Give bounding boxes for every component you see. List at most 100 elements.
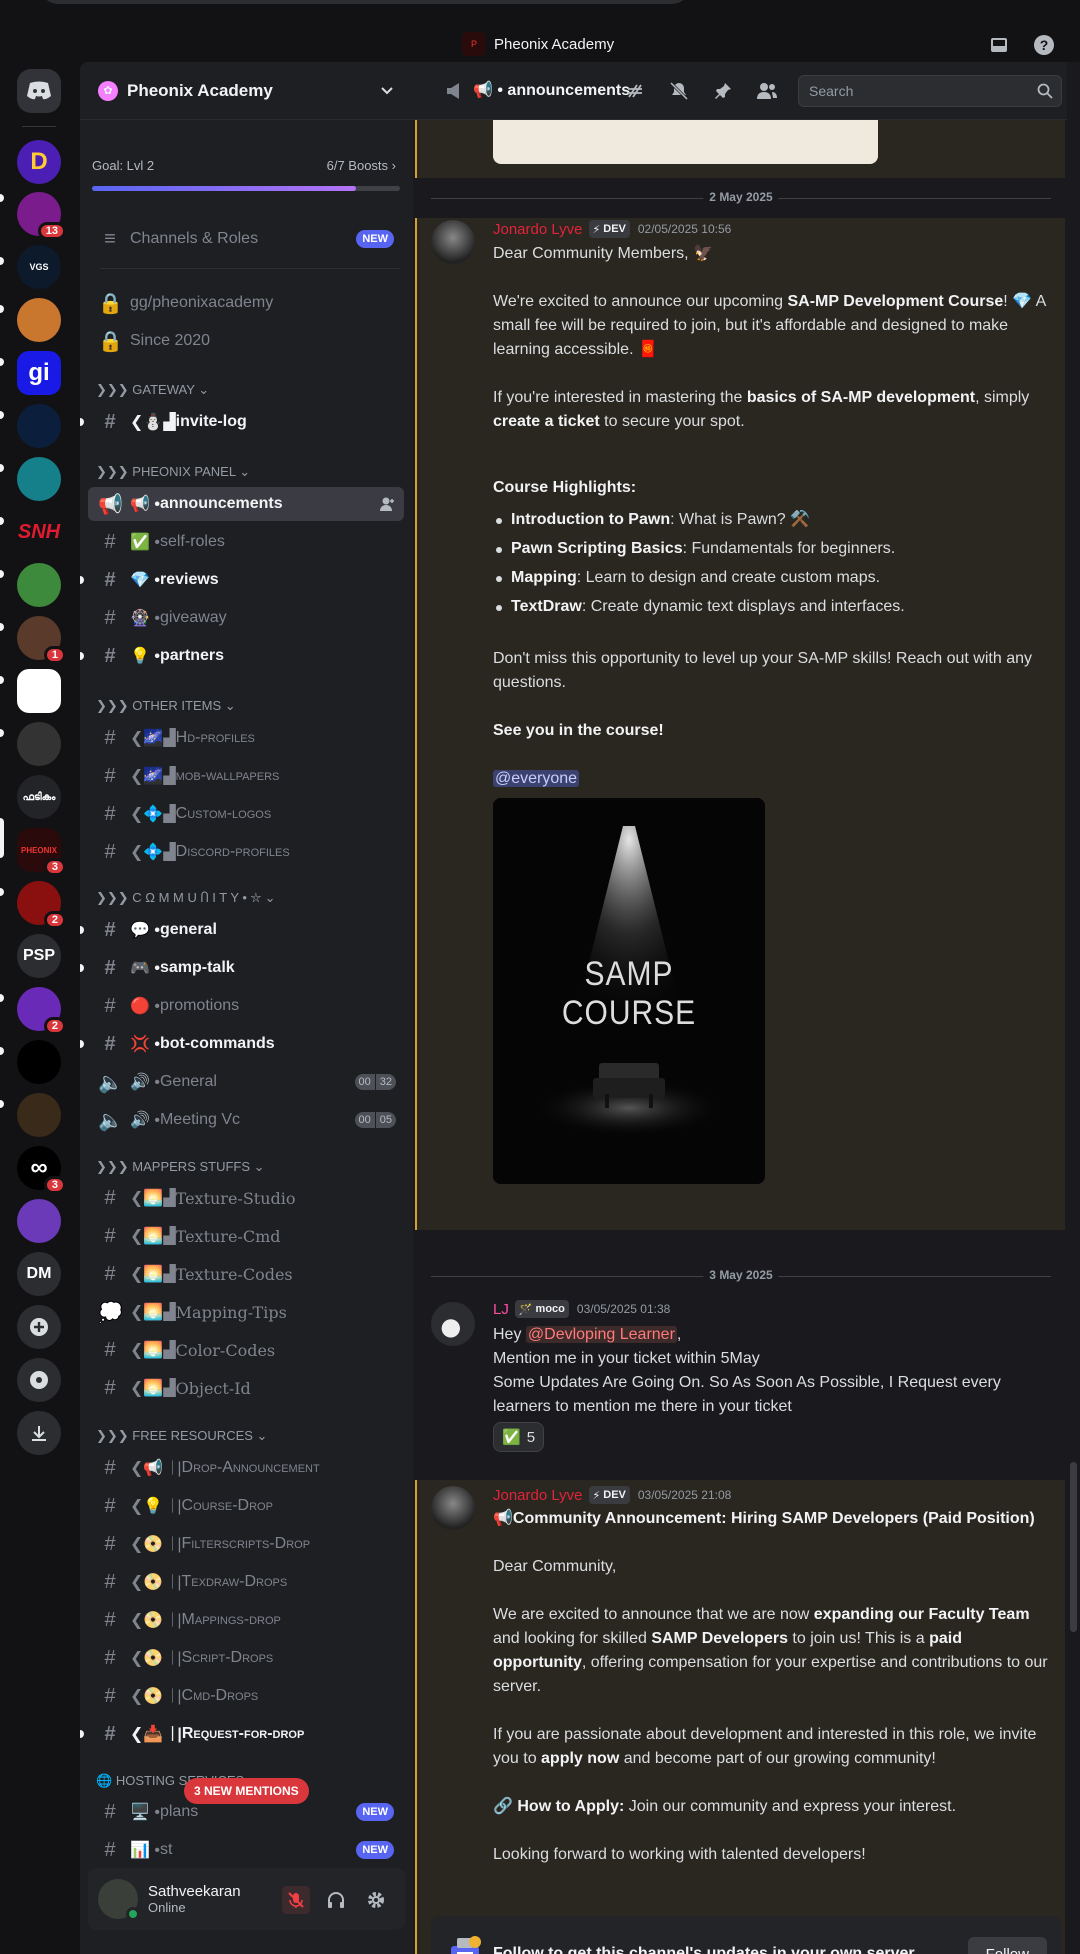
discord-home-icon[interactable] <box>17 69 61 113</box>
inbox-icon[interactable] <box>986 32 1012 58</box>
hash-icon: # <box>104 1646 116 1669</box>
channel-promotions[interactable]: # 🔴 • promotions <box>88 989 404 1023</box>
category-free-resources[interactable]: ❯❯❯ FREE RESOURCES ⌄ <box>96 1428 267 1444</box>
server-icon-gi[interactable]: gi <box>17 351 61 395</box>
pin-icon[interactable] <box>711 79 735 103</box>
channel-stats[interactable]: # 📊 • st NEW <box>88 1833 404 1867</box>
user-info[interactable]: Sathveekaran Online <box>138 1883 241 1915</box>
scrollbar[interactable] <box>1067 62 1080 1954</box>
message-paragraph: We're excited to announce our upcoming S… <box>493 290 1048 362</box>
channel-announcements[interactable]: 📢 📢 • announcements <box>88 487 404 521</box>
channel-course-drop[interactable]: # ❮💡 ᛁ| Course-Drop <box>88 1489 404 1523</box>
server-icon-12[interactable] <box>17 722 61 766</box>
add-server-icon[interactable] <box>17 1305 61 1349</box>
category-other-items[interactable]: ❯❯❯ OTHER ITEMS ⌄ <box>96 698 236 714</box>
channel-mapping-tips[interactable]: 💭 ❮🌅▟ Mapping-Tips <box>88 1295 404 1329</box>
role-tag[interactable]: ⚡ DEV <box>588 220 630 238</box>
channel-texture-codes[interactable]: # ❮🌅▟ Texture-Codes <box>88 1257 404 1291</box>
role-tag[interactable]: 🪄 moco <box>514 1300 569 1318</box>
server-icon-vgs[interactable]: VGS <box>17 245 61 289</box>
channel-discord-profiles[interactable]: # ❮💠▟ Discord-profiles <box>88 835 404 869</box>
server-icon-infinity[interactable]: ∞ 3 <box>17 1146 66 1194</box>
channel-texture-cmd[interactable]: # ❮🌅▟ Texture-Cmd <box>88 1219 404 1253</box>
follow-button[interactable]: Follow <box>967 1937 1047 1954</box>
category-mappers[interactable]: ❯❯❯ MAPPERS STUFFS ⌄ <box>96 1159 265 1175</box>
author-name[interactable]: Jonardo Lyve <box>493 1487 583 1504</box>
server-icon-6[interactable] <box>17 457 61 501</box>
channel-request-for-drop[interactable]: # ❮📥 ᛁ| Request-for-drop <box>80 1717 404 1751</box>
channel-giveaway[interactable]: # 🎡 • giveaway <box>88 601 404 635</box>
search-input[interactable]: Search <box>798 75 1062 107</box>
voice-channel-general[interactable]: 🔈 🔊 • General 00 32 <box>88 1065 404 1099</box>
channel-filterscripts-drop[interactable]: # ❮📀 ᛁ| Filterscripts-Drop <box>88 1527 404 1561</box>
avatar[interactable] <box>431 1302 475 1346</box>
avatar[interactable] <box>431 1486 475 1530</box>
guild-header[interactable]: ✿ Pheonix Academy <box>80 62 413 120</box>
mute-icon[interactable] <box>282 1886 310 1914</box>
category-pheonix-panel[interactable]: ❯❯❯ PHEONIX PANEL ⌄ <box>96 464 250 480</box>
server-icon-18[interactable] <box>17 1040 61 1084</box>
channel-texture-studio[interactable]: # ❮🌅▟ Texture-Studio <box>88 1181 404 1215</box>
channel-drop-announcement[interactable]: # ❮📢 ᛁ| Drop-Announcement <box>88 1451 404 1485</box>
add-member-icon[interactable] <box>378 495 396 513</box>
headphones-icon[interactable] <box>322 1886 350 1914</box>
server-icon-15[interactable]: 2 <box>17 881 66 929</box>
avatar[interactable] <box>98 1879 140 1921</box>
vanity-url[interactable]: 🔒 gg/pheonixacademy <box>88 286 404 320</box>
dm-dm[interactable]: DM <box>17 1252 61 1296</box>
category-community[interactable]: ❯❯❯ C Ω M M U Ⴖ I T Y • ⛦ ⌄ <box>96 890 276 906</box>
channel-cmd-drops[interactable]: # ❮📀 ᛁ| Cmd-Drops <box>88 1679 404 1713</box>
everyone-mention[interactable]: @everyone <box>493 770 580 787</box>
channels-roles[interactable]: ≡ Channels & Roles NEW <box>88 222 404 256</box>
dm-psp[interactable]: PSP <box>17 934 61 978</box>
server-icon-snh[interactable]: SNH <box>17 510 61 554</box>
voice-channel-meeting[interactable]: 🔈 🔊 • Meeting Vc 00 05 <box>88 1103 404 1137</box>
channel-script-drops[interactable]: # ❮📀 ᛁ| Script-Drops <box>88 1641 404 1675</box>
author-name[interactable]: LJ <box>493 1301 509 1318</box>
avatar[interactable] <box>431 220 475 264</box>
server-icon-d[interactable]: D <box>17 140 61 184</box>
author-name[interactable]: Jonardo Lyve <box>493 221 583 238</box>
role-mention[interactable]: @Devloping Learner <box>525 1326 677 1343</box>
server-icon-11[interactable] <box>17 669 61 713</box>
channel-reviews[interactable]: # 💎 • reviews <box>80 563 404 597</box>
settings-gear-icon[interactable] <box>362 1886 390 1914</box>
server-icon-2[interactable]: 13 <box>17 192 66 240</box>
threads-icon[interactable] <box>623 79 647 103</box>
course-image-attachment[interactable]: SAMP COURSE <box>493 798 765 1184</box>
channel-samp-talk[interactable]: # 🎮 • samp-talk <box>80 951 404 985</box>
channel-texdraw-drops[interactable]: # ❮📀 ᛁ| Texdraw-Drops <box>88 1565 404 1599</box>
channel-custom-logos[interactable]: # ❮💠▟ Custom-logos <box>88 797 404 831</box>
previous-image-embed[interactable] <box>493 120 878 164</box>
explore-icon[interactable] <box>17 1358 61 1402</box>
new-mentions-pill[interactable]: 3 NEW MENTIONS <box>184 1778 309 1804</box>
server-icon-5[interactable] <box>17 404 61 448</box>
server-icon-10[interactable]: 1 <box>17 616 66 664</box>
server-icon-frog[interactable] <box>17 563 61 607</box>
channel-mob-wallpapers[interactable]: # ❮🌌▟ mob-wallpapers <box>88 759 404 793</box>
channel-color-codes[interactable]: # ❮🌅▟ Color-Codes <box>88 1333 404 1367</box>
scrollbar-thumb[interactable] <box>1070 1462 1077 1632</box>
reaction-checkmark[interactable]: ✅ 5 <box>493 1422 545 1452</box>
server-icon-21[interactable] <box>17 1199 61 1243</box>
since-info[interactable]: 🔒 Since 2020 <box>88 324 404 358</box>
server-icon-13[interactable]: ഫടികം <box>17 775 61 819</box>
category-gateway[interactable]: ❯❯❯ GATEWAY ⌄ <box>96 382 209 398</box>
channel-partners[interactable]: # 💡 • partners <box>80 639 404 673</box>
member-list-icon[interactable] <box>755 79 779 103</box>
download-icon[interactable] <box>17 1411 61 1455</box>
channel-bot-commands[interactable]: # 💢 • bot-commands <box>80 1027 404 1061</box>
server-icon-19[interactable] <box>17 1093 61 1137</box>
server-icon-house[interactable] <box>17 298 61 342</box>
channel-mappings-drop[interactable]: # ❮📀 ᛁ| Mappings-drop <box>88 1603 404 1637</box>
channel-invite-log[interactable]: # ❮⛄▟ invite-log <box>80 405 404 439</box>
channel-hd-profiles[interactable]: # ❮🌌▟ Hd-profiles <box>88 721 404 755</box>
channel-self-roles[interactable]: # ✅ • self-roles <box>88 525 404 559</box>
help-icon[interactable]: ? <box>1031 32 1057 58</box>
channel-object-id[interactable]: # ❮🌅▟ Object-Id <box>88 1371 404 1405</box>
channel-general[interactable]: # 💬 • general <box>80 913 404 947</box>
notification-muted-icon[interactable] <box>667 79 691 103</box>
server-icon-pheonix[interactable]: PHEONIX 3 <box>17 828 66 876</box>
server-icon-17[interactable]: 2 <box>17 987 66 1035</box>
role-tag[interactable]: ⚡ DEV <box>588 1486 630 1504</box>
